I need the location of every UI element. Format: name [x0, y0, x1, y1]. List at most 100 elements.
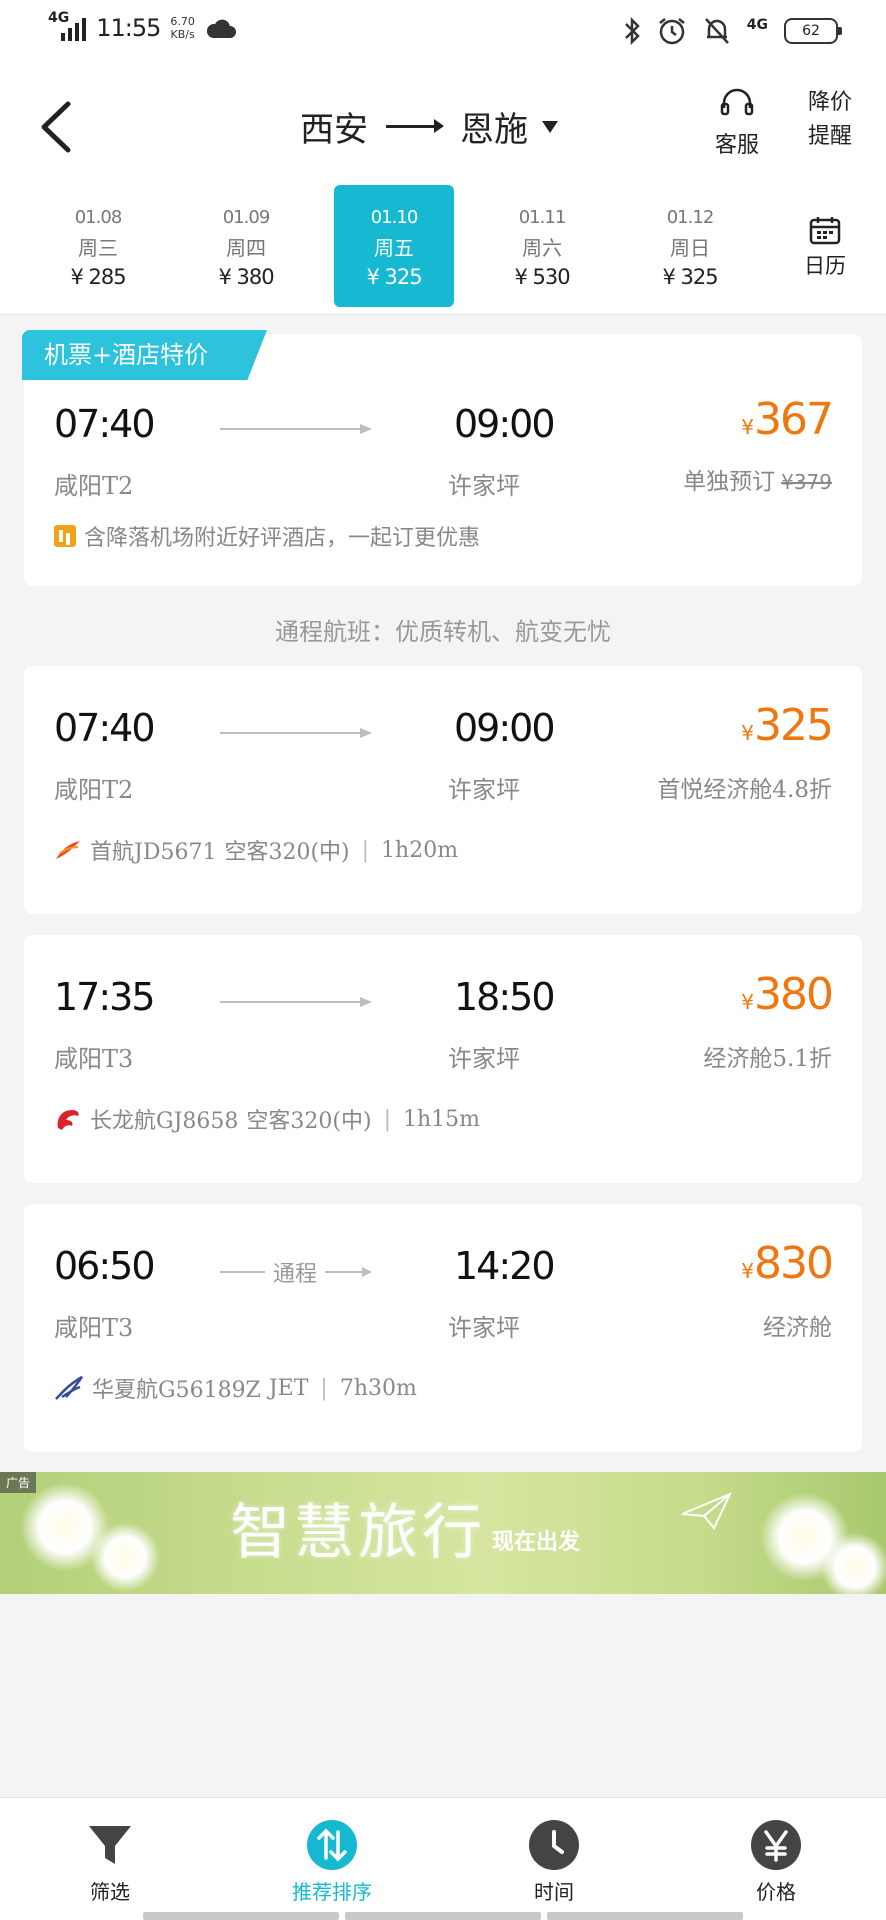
line-arrow-icon — [325, 1267, 373, 1277]
header: 西安 恩施 客服 降价 提醒 — [0, 70, 886, 185]
arrival-time: 09:00 — [454, 402, 556, 446]
clock-time: 11:55 — [96, 14, 161, 42]
promo-flight-card[interactable]: 机票+酒店特价 07:40 09:00 ¥367 咸阳T2 许家坪 单独预订 ¥3… — [22, 330, 862, 586]
status-bar: 4G 11:55 6.70 KB/s 4G 62 — [0, 0, 886, 70]
aircraft-type: JET — [268, 1375, 309, 1401]
date-price: ¥ 325 — [366, 265, 422, 289]
separator: | — [361, 837, 370, 863]
capital-airlines-logo-icon — [56, 841, 80, 859]
clock-icon — [529, 1820, 579, 1870]
ad-title: 智慧旅行 — [230, 1498, 486, 1568]
nav-label: 价格 — [756, 1880, 796, 1904]
flight-price: ¥380 — [741, 969, 834, 1020]
arrival-airport: 许家坪 — [448, 472, 520, 500]
cabin-class: 首悦经济舱4.8折 — [657, 777, 832, 803]
weekday-label: 周四 — [226, 236, 266, 260]
departure-time: 17:35 — [54, 975, 156, 1019]
calendar-button[interactable]: 日历 — [795, 215, 855, 280]
flight-arrow-icon — [220, 424, 372, 434]
status-left: 4G 11:55 6.70 KB/s — [48, 10, 237, 42]
date-tab-0111[interactable]: 01.11 周六 ¥ 530 — [482, 185, 602, 307]
china-express-logo-icon — [55, 1375, 84, 1400]
from-city: 西安 — [300, 110, 368, 150]
ad-subtitle: 现在出发 — [492, 1529, 581, 1555]
aircraft-type: 空客320(中) — [246, 1109, 372, 1134]
weekday-label: 周五 — [374, 236, 414, 260]
nav-label: 时间 — [534, 1880, 574, 1904]
arrival-airport: 许家坪 — [448, 1045, 520, 1073]
flight-price: ¥325 — [741, 700, 834, 751]
date-tab-0108[interactable]: 01.08 周三 ¥ 285 — [38, 185, 158, 307]
arrival-time: 18:50 — [454, 975, 556, 1019]
nav-label: 推荐排序 — [292, 1880, 372, 1904]
network-type: 4G — [48, 10, 70, 26]
date-price: ¥ 530 — [514, 265, 570, 289]
filter-icon — [85, 1820, 135, 1870]
transfer-label: 通程 — [273, 1262, 318, 1287]
price-value: 830 — [754, 1238, 834, 1289]
cloud-icon — [206, 19, 236, 38]
mute-bell-icon — [704, 18, 729, 44]
nav-filter[interactable]: 筛选 — [50, 1820, 170, 1905]
flight-card[interactable]: 06:50 通程 14:20 ¥830 咸阳T3 许家坪 经济舱 华夏航G561… — [24, 1204, 862, 1452]
calendar-label: 日历 — [804, 254, 846, 278]
date-price: ¥ 380 — [218, 265, 274, 289]
departure-time: 06:50 — [54, 1244, 156, 1288]
to-city: 恩施 — [460, 110, 528, 150]
bluetooth-icon — [624, 16, 640, 46]
alarm-icon — [658, 18, 685, 45]
flight-card[interactable]: 17:35 18:50 ¥380 咸阳T3 许家坪 经济舱5.1折 长龙航GJ8… — [24, 935, 862, 1183]
separator: | — [383, 1106, 391, 1132]
yen-icon — [751, 1820, 801, 1870]
original-price: ¥379 — [781, 470, 832, 494]
gesture-bar-segment — [143, 1912, 339, 1920]
date-tab-0109[interactable]: 01.09 周四 ¥ 380 — [186, 185, 306, 307]
customer-service-button[interactable]: 客服 — [712, 86, 762, 163]
bottom-nav: 筛选 推荐排序 时间 价格 — [0, 1797, 886, 1920]
flight-arrow-icon — [220, 997, 372, 1007]
network-speed: 6.70 KB/s — [170, 15, 195, 41]
flight-arrow-icon — [220, 728, 372, 738]
currency-symbol: ¥ — [741, 1259, 754, 1283]
departure-time: 07:40 — [54, 706, 156, 750]
flight-card[interactable]: 07:40 09:00 ¥325 咸阳T2 许家坪 首悦经济舱4.8折 首航JD… — [24, 666, 862, 914]
flight-price: ¥367 — [741, 394, 834, 445]
calendar-icon — [809, 217, 841, 245]
date-label: 01.11 — [518, 207, 567, 228]
flight-info-row: 首航JD5671 空客320(中) | 1h20m — [54, 834, 458, 866]
nav-time[interactable]: 时间 — [494, 1820, 614, 1905]
price-value: 325 — [754, 700, 834, 751]
arrival-time: 14:20 — [454, 1244, 556, 1288]
gesture-bar-segment — [547, 1912, 743, 1920]
date-tab-0112[interactable]: 01.12 周日 ¥ 325 — [630, 185, 750, 307]
hotel-note: 含降落机场附近好评酒店，一起订更优惠 — [84, 526, 481, 551]
date-tab-0110[interactable]: 01.10 周五 ¥ 325 — [334, 185, 454, 307]
departure-time: 07:40 — [54, 402, 156, 446]
back-button[interactable] — [28, 92, 88, 162]
date-label: 01.10 — [370, 207, 419, 228]
battery-icon: 62 — [784, 18, 842, 44]
price-alert-button[interactable]: 降价 提醒 — [800, 86, 860, 154]
ad-tag: 广告 — [0, 1472, 37, 1493]
gesture-bar-segment — [345, 1912, 541, 1920]
departure-airport: 咸阳T2 — [54, 776, 134, 804]
speed-value: 6.70 — [170, 15, 195, 28]
gesture-bar — [0, 1912, 886, 1920]
caret-down-icon — [542, 120, 558, 133]
cabin-class: 经济舱 — [763, 1315, 832, 1341]
arrival-time: 09:00 — [454, 706, 556, 750]
paper-plane-icon — [681, 1492, 732, 1530]
date-label: 01.08 — [74, 207, 123, 228]
promo-tag: 机票+酒店特价 — [22, 330, 267, 380]
route-selector[interactable]: 西安 恩施 — [300, 102, 558, 151]
separator: | — [320, 1375, 328, 1401]
price-value: 380 — [754, 969, 834, 1020]
airline-flight-number: 华夏航G56189Z — [92, 1378, 261, 1403]
arrival-airport: 许家坪 — [448, 1314, 520, 1342]
nav-recommended-sort[interactable]: 推荐排序 — [272, 1820, 392, 1905]
duration: 1h15m — [402, 1106, 481, 1132]
line-segment — [220, 1271, 265, 1273]
price-value: 367 — [754, 394, 834, 445]
nav-price[interactable]: 价格 — [716, 1820, 836, 1905]
ad-banner[interactable]: 广告 智慧旅行 现在出发 — [0, 1472, 886, 1594]
